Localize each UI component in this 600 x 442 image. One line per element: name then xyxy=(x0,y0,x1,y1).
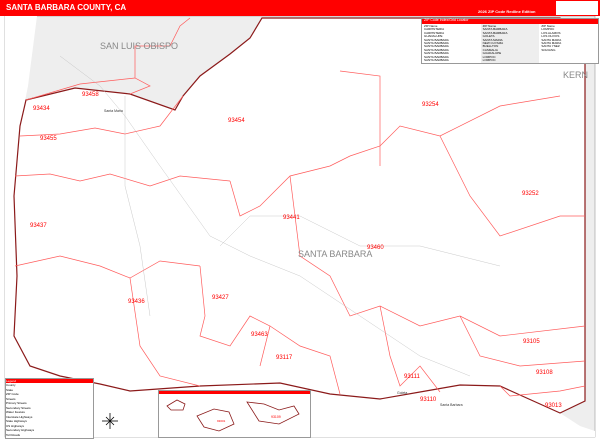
legend-item: Toll Roads xyxy=(6,432,21,437)
zip-label: 93108 xyxy=(536,370,553,376)
zip-label: 93111 xyxy=(404,374,420,380)
zip-label: 93434 xyxy=(33,106,50,112)
zip-table-column: ZIP Name LOMPOC LOS ALAMOS LOS OLIVOS SANTA … xyxy=(539,24,598,63)
map-title: SANTA BARBARA COUNTY, CA xyxy=(6,3,127,12)
zip-table-row: SOLVANG xyxy=(541,47,556,52)
zip-label: 93252 xyxy=(522,191,539,197)
publisher-logo xyxy=(556,1,598,15)
zip-label: 93463 xyxy=(251,332,268,338)
zip-table-row: LOMPOC xyxy=(482,58,496,63)
channel-islands-inset: 93001 93109 xyxy=(158,390,311,438)
inset-map: 93001 93109 xyxy=(166,399,300,432)
zip-label: 93109 xyxy=(271,415,281,419)
zip-label: 93117 xyxy=(276,355,293,361)
zip-label: 93441 xyxy=(283,215,300,221)
map-legend: Legend County State ZIP Code Streets Primary… xyxy=(5,378,94,439)
zip-label: 93460 xyxy=(367,245,384,251)
zip-label: 93437 xyxy=(30,223,47,229)
city-goleta: Goleta xyxy=(397,391,407,395)
map-subtitle: 2026 ZIP Code Redline Edition xyxy=(478,9,536,14)
header-bar: SANTA BARBARA COUNTY, CA 2026 ZIP Code R… xyxy=(0,0,600,16)
island xyxy=(246,401,300,425)
label-san-luis-obispo: SAN LUIS OBISPO xyxy=(100,41,178,51)
label-kern: KERN xyxy=(563,70,588,80)
zip-label: 93110 xyxy=(420,397,437,403)
zip-label: 93436 xyxy=(128,299,145,305)
zip-table-column: ZIP Name CARPINTERIA CARPINTERIA GUADALUPE S… xyxy=(422,24,481,63)
zip-label: 93013 xyxy=(545,403,562,409)
city-santa-barbara: Santa Barbara xyxy=(440,403,463,407)
zip-label: 93454 xyxy=(228,118,245,124)
island xyxy=(166,399,186,411)
county-map[interactable]: SAN LUIS OBISPO KERN SANTA BARBARA Santa… xyxy=(0,16,600,440)
city-santa-maria: Santa Maria xyxy=(104,109,123,113)
zip-label: 93001 xyxy=(217,419,226,423)
zip-label: 93455 xyxy=(40,136,57,142)
zip-label: 93254 xyxy=(422,102,439,108)
zip-table-row: SANTA BARBARA xyxy=(424,58,449,63)
zip-label: 93105 xyxy=(523,339,540,345)
island xyxy=(196,408,235,432)
zip-label: 93427 xyxy=(212,295,229,301)
label-santa-barbara-county: SANTA BARBARA xyxy=(298,249,372,259)
zip-index-table: ZIP Code Index/Grid Locator ZIP Name CARP… xyxy=(421,18,599,64)
zip-table-column: ZIP Name SANTA BARBARA SANTA BARBARA GOLETA… xyxy=(480,24,540,64)
zip-label: 93458 xyxy=(82,92,99,98)
